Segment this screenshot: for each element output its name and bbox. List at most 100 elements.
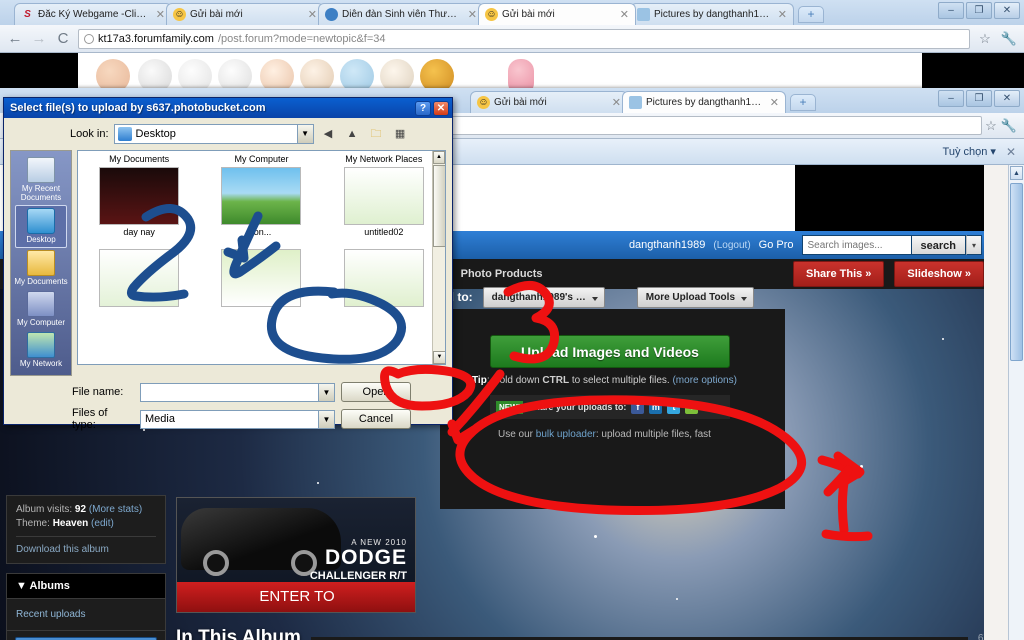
logout-link[interactable]: (Logout) <box>713 240 750 251</box>
nav-item-photo-products[interactable]: Photo Products <box>461 268 543 280</box>
address-bar[interactable]: kt17a3.forumfamily.com/post.forum?mode=n… <box>78 28 970 49</box>
album-select-dropdown[interactable]: dangthanh1989's … <box>482 286 605 308</box>
username-label[interactable]: dangthanh1989 <box>629 239 705 251</box>
more-upload-tools-dropdown[interactable]: More Upload Tools <box>636 286 755 308</box>
albums-section-header[interactable]: ▼ Albums <box>6 573 166 599</box>
scroll-up-icon[interactable]: ▲ <box>1010 166 1023 180</box>
inner-browser-tab-1[interactable]: Pictures by dangthanh198… ✕ <box>622 91 786 113</box>
tab-close-icon[interactable]: ✕ <box>612 96 621 109</box>
dialog-close-button[interactable]: ✕ <box>433 100 449 116</box>
search-dropdown-icon[interactable]: ▾ <box>966 235 982 255</box>
share-uploads-row: NEW! Share your uploads to: f m t + <box>490 395 730 419</box>
dodge-challenger-ad[interactable]: A NEW 2010 DODGE CHALLENGER R/T ENTER TO… <box>176 497 416 613</box>
theme-edit-link[interactable]: (edit) <box>91 518 114 529</box>
tab-close-icon[interactable]: ✕ <box>468 8 477 21</box>
wrench-menu-icon[interactable]: 🔧 <box>1000 118 1018 134</box>
tab-close-icon[interactable]: ✕ <box>156 8 165 21</box>
chevron-down-icon[interactable]: ▼ <box>318 383 334 401</box>
options-dropdown[interactable]: Tuỳ chọn ▾ <box>943 145 996 158</box>
place-desktop[interactable]: Desktop <box>15 205 67 248</box>
search-button[interactable]: search <box>911 235 966 255</box>
file-name-input[interactable]: ▼ <box>140 382 335 402</box>
file-item[interactable]: untitled02 <box>323 167 445 237</box>
new-tab-button[interactable]: + <box>798 6 824 23</box>
go-pro-link[interactable]: Go Pro <box>759 239 794 251</box>
close-button[interactable]: ✕ <box>994 90 1020 107</box>
chevron-down-icon[interactable]: ▼ <box>318 410 334 428</box>
upload-images-videos-button[interactable]: Upload Images and Videos <box>490 335 730 368</box>
browser-tab-0[interactable]: S Đăc Ký Webgame -Click Ch… ✕ <box>14 3 172 25</box>
tab-close-icon[interactable]: ✕ <box>620 8 629 21</box>
help-button[interactable]: ? <box>415 100 431 116</box>
bookmark-star-icon[interactable]: ☆ <box>982 118 1000 134</box>
close-button[interactable]: ✕ <box>994 2 1020 19</box>
views-icon[interactable]: ▦ <box>391 125 410 144</box>
up-one-level-icon[interactable]: ▲ <box>343 125 362 144</box>
file-item[interactable] <box>200 249 322 309</box>
more-icon[interactable]: + <box>685 400 699 414</box>
browser-tab-2[interactable]: Diễn đàn Sinh viên Thương … ✕ <box>318 3 484 25</box>
forward-icon[interactable]: → <box>30 30 48 47</box>
tab-label: Gửi bài mới <box>494 97 547 108</box>
file-item[interactable] <box>323 249 445 309</box>
new-folder-icon[interactable]: 🗀 <box>367 125 386 144</box>
tab-close-icon[interactable]: ✕ <box>778 8 787 21</box>
slideshow-button[interactable]: Slideshow » <box>894 261 984 287</box>
bulk-uploader-link[interactable]: bulk uploader <box>536 429 596 440</box>
file-name-row: File name: ▼ Open <box>72 382 446 402</box>
inner-browser-tab-0[interactable]: ☺ Gửi bài mới ✕ <box>470 91 628 113</box>
scroll-up-icon[interactable]: ▲ <box>433 151 445 164</box>
cancel-button[interactable]: Cancel <box>341 409 411 429</box>
maximize-button[interactable]: ❐ <box>966 2 992 19</box>
file-list[interactable]: My Documents My Computer My Network Plac… <box>77 150 446 365</box>
upload-destination-row: ad to: dangthanh1989's … More Upload Too… <box>440 283 800 311</box>
file-name-label: File name: <box>72 386 124 398</box>
inner-new-tab-button[interactable]: + <box>790 94 816 111</box>
minimize-button[interactable]: – <box>938 90 964 107</box>
place-my-network[interactable]: My Network <box>11 330 71 371</box>
bulk-prefix: Use our <box>498 429 536 440</box>
more-options-link[interactable]: (more options) <box>672 375 736 386</box>
tab-label: Gửi bài mới <box>502 9 555 20</box>
maximize-button[interactable]: ❐ <box>966 90 992 107</box>
browser-tab-4[interactable]: Pictures by dangthanh198… ✕ <box>630 3 794 25</box>
place-my-recent-documents[interactable]: My Recent Documents <box>11 155 71 205</box>
twitter-icon[interactable]: t <box>667 400 681 414</box>
file-item[interactable]: day nay <box>78 167 200 237</box>
enter-to-win-bar[interactable]: ENTER TO WIN <box>177 582 415 612</box>
kt17a3-green-thumb <box>221 249 302 307</box>
wrench-menu-icon[interactable]: 🔧 <box>1000 31 1018 47</box>
bookmark-star-icon[interactable]: ☆ <box>976 31 994 47</box>
browser-tab-1[interactable]: ☺ Gửi bài mới ✕ <box>166 3 324 25</box>
open-button[interactable]: Open <box>341 382 411 402</box>
files-of-type-select[interactable]: Media ▼ <box>140 409 335 429</box>
share-this-button[interactable]: Share This » <box>793 261 885 287</box>
notification-close-icon[interactable]: ✕ <box>1006 145 1016 159</box>
scrollbar-thumb[interactable] <box>1010 183 1023 361</box>
back-icon[interactable]: ← <box>6 30 24 47</box>
tab-close-icon[interactable]: ✕ <box>308 8 317 21</box>
inner-page-scrollbar[interactable]: ▲ <box>1008 165 1024 640</box>
back-icon[interactable]: ◀ <box>319 125 338 144</box>
look-in-dropdown[interactable]: Desktop ▼ <box>113 124 314 144</box>
minimize-button[interactable]: – <box>938 2 964 19</box>
search-input[interactable] <box>801 235 912 255</box>
chevron-down-icon[interactable]: ▼ <box>296 125 313 143</box>
look-in-label: Look in: <box>70 128 109 140</box>
facebook-icon[interactable]: f <box>631 400 645 414</box>
scrollbar-thumb[interactable] <box>433 165 445 247</box>
browser-tab-3[interactable]: ☺ Gửi bài mới ✕ <box>478 3 636 25</box>
file-item[interactable]: lon... <box>200 167 322 237</box>
file-list-scrollbar[interactable]: ▲ ▼ <box>432 151 445 364</box>
scroll-down-icon[interactable]: ▼ <box>433 351 445 364</box>
myspace-icon[interactable]: m <box>649 400 663 414</box>
more-stats-link[interactable]: (More stats) <box>89 504 142 515</box>
tab-close-icon[interactable]: ✕ <box>770 96 779 109</box>
download-album-link[interactable]: Download this album <box>16 544 156 555</box>
place-my-documents[interactable]: My Documents <box>11 248 71 289</box>
album-list-item-recent-uploads[interactable]: Recent uploads <box>6 599 166 631</box>
file-item[interactable] <box>78 249 200 309</box>
album-visits-label: Album visits: <box>16 504 73 515</box>
place-my-computer[interactable]: My Computer <box>11 289 71 330</box>
reload-icon[interactable]: C <box>54 30 72 47</box>
